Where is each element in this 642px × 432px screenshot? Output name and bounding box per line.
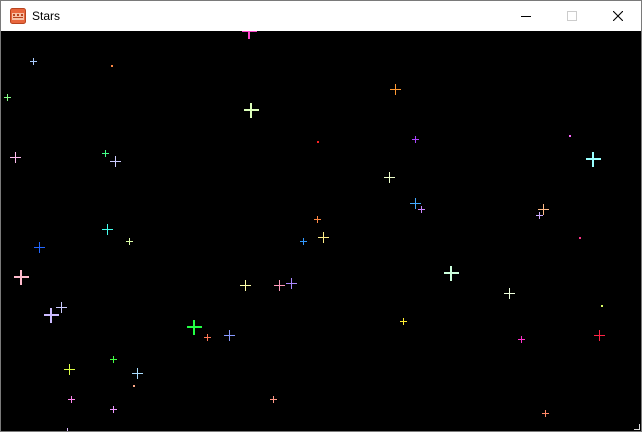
star bbox=[111, 65, 113, 67]
starfield-canvas[interactable] bbox=[1, 31, 641, 431]
title-bar[interactable]: Stars bbox=[1, 1, 641, 31]
star bbox=[569, 135, 571, 137]
maximize-button[interactable] bbox=[549, 1, 595, 31]
star bbox=[133, 385, 135, 387]
minimize-button[interactable] bbox=[503, 1, 549, 31]
star bbox=[601, 305, 603, 307]
close-button[interactable] bbox=[595, 1, 641, 31]
stars-window: Stars bbox=[0, 0, 642, 432]
star bbox=[317, 141, 319, 143]
resize-grip-icon[interactable] bbox=[634, 424, 640, 430]
maximize-icon bbox=[567, 11, 577, 21]
close-icon bbox=[613, 11, 623, 21]
star bbox=[579, 237, 581, 239]
minimize-icon bbox=[521, 16, 531, 17]
app-icon bbox=[10, 8, 26, 24]
window-title: Stars bbox=[32, 9, 61, 23]
